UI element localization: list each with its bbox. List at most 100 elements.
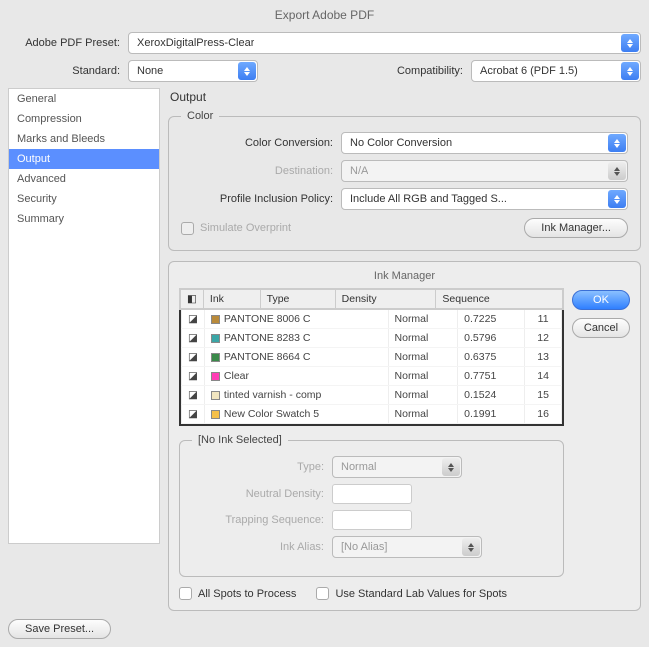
- category-sidebar: GeneralCompressionMarks and BleedsOutput…: [8, 88, 160, 544]
- ink-seq: 16: [525, 405, 562, 424]
- ink-type-select: Normal: [332, 456, 462, 478]
- destination-select: N/A: [341, 160, 628, 182]
- preset-value: XeroxDigitalPress-Clear: [137, 37, 254, 49]
- ink-type: Normal: [388, 310, 458, 329]
- ink-type-label: Type:: [192, 461, 332, 473]
- ink-manager-button[interactable]: Ink Manager...: [524, 218, 628, 238]
- ink-density: 0.7225: [458, 310, 525, 329]
- standard-label: Standard:: [8, 65, 128, 77]
- ink-name: Clear: [204, 367, 388, 386]
- ink-name: PANTONE 8664 C: [204, 348, 388, 367]
- trapping-seq-input: [332, 510, 412, 530]
- col-ink[interactable]: Ink: [203, 290, 260, 309]
- ok-button[interactable]: OK: [572, 290, 630, 310]
- ink-spot-icon: ◪: [182, 348, 205, 367]
- ink-type: Normal: [388, 348, 458, 367]
- trapping-seq-label: Trapping Sequence:: [192, 514, 332, 526]
- ink-detail-group: [No Ink Selected] Type: Normal Neutral D…: [179, 434, 564, 577]
- ink-row[interactable]: ◪tinted varnish - compNormal0.152415: [182, 386, 562, 405]
- compat-label: Compatibility:: [361, 65, 471, 77]
- ink-spot-icon: ◪: [182, 367, 205, 386]
- ink-type: Normal: [388, 367, 458, 386]
- ink-name: New Color Swatch 5: [204, 405, 388, 424]
- ink-seq: 11: [525, 310, 562, 329]
- ink-seq: 14: [525, 367, 562, 386]
- dropdown-icon: [621, 34, 639, 52]
- conversion-label: Color Conversion:: [181, 137, 341, 149]
- neutral-density-input: [332, 484, 412, 504]
- ink-alias-select: [No Alias]: [332, 536, 482, 558]
- dropdown-icon: [608, 190, 626, 208]
- ink-spot-icon: ◪: [182, 386, 205, 405]
- sidebar-item-output[interactable]: Output: [9, 149, 159, 169]
- ink-row[interactable]: ◪PANTONE 8006 CNormal0.722511: [182, 310, 562, 329]
- sidebar-item-general[interactable]: General: [9, 89, 159, 109]
- col-type[interactable]: Type: [260, 290, 335, 309]
- all-spots-label: All Spots to Process: [198, 588, 296, 600]
- dropdown-icon: [608, 134, 626, 152]
- cancel-button[interactable]: Cancel: [572, 318, 630, 338]
- sidebar-item-advanced[interactable]: Advanced: [9, 169, 159, 189]
- ink-seq: 12: [525, 329, 562, 348]
- standard-select[interactable]: None: [128, 60, 258, 82]
- all-spots-checkbox[interactable]: [179, 587, 192, 600]
- std-lab-label: Use Standard Lab Values for Spots: [335, 588, 507, 600]
- ink-seq: 13: [525, 348, 562, 367]
- ink-type: Normal: [388, 386, 458, 405]
- ink-spot-icon: ◪: [182, 329, 205, 348]
- dropdown-icon: [608, 162, 626, 180]
- compat-select[interactable]: Acrobat 6 (PDF 1.5): [471, 60, 641, 82]
- ink-type: Normal: [388, 329, 458, 348]
- simulate-overprint-label: Simulate Overprint: [200, 222, 291, 234]
- preset-label: Adobe PDF Preset:: [8, 37, 128, 49]
- sidebar-item-summary[interactable]: Summary: [9, 209, 159, 229]
- ink-row[interactable]: ◪PANTONE 8664 CNormal0.637513: [182, 348, 562, 367]
- col-seq[interactable]: Sequence: [436, 290, 563, 309]
- sidebar-item-compression[interactable]: Compression: [9, 109, 159, 129]
- ink-type-value: Normal: [341, 461, 376, 473]
- ink-name: PANTONE 8006 C: [204, 310, 388, 329]
- sidebar-item-marks-and-bleeds[interactable]: Marks and Bleeds: [9, 129, 159, 149]
- panel-title: Output: [170, 90, 641, 104]
- conversion-value: No Color Conversion: [350, 137, 452, 149]
- dropdown-icon: [621, 62, 639, 80]
- ink-type: Normal: [388, 405, 458, 424]
- std-lab-checkbox[interactable]: [316, 587, 329, 600]
- ink-density: 0.6375: [458, 348, 525, 367]
- dropdown-icon: [462, 538, 480, 556]
- no-ink-legend: [No Ink Selected]: [192, 434, 288, 446]
- save-preset-button[interactable]: Save Preset...: [8, 619, 111, 639]
- ink-name: tinted varnish - comp: [204, 386, 388, 405]
- color-group: Color Color Conversion: No Color Convers…: [168, 110, 641, 251]
- destination-label: Destination:: [181, 165, 341, 177]
- ink-alias-value: [No Alias]: [341, 541, 387, 553]
- ink-row[interactable]: ◪ClearNormal0.775114: [182, 367, 562, 386]
- col-icon[interactable]: ◧: [181, 290, 204, 309]
- ink-density: 0.1991: [458, 405, 525, 424]
- ink-density: 0.5796: [458, 329, 525, 348]
- window-title: Export Adobe PDF: [8, 4, 641, 32]
- ink-table[interactable]: ◧ Ink Type Density Sequence: [180, 289, 563, 309]
- neutral-density-label: Neutral Density:: [192, 488, 332, 500]
- dropdown-icon: [238, 62, 256, 80]
- policy-value: Include All RGB and Tagged S...: [350, 193, 507, 205]
- ink-name: PANTONE 8283 C: [204, 329, 388, 348]
- ink-density: 0.7751: [458, 367, 525, 386]
- color-legend: Color: [181, 110, 219, 122]
- ink-row[interactable]: ◪New Color Swatch 5Normal0.199116: [182, 405, 562, 424]
- policy-select[interactable]: Include All RGB and Tagged S...: [341, 188, 628, 210]
- dropdown-icon: [442, 458, 460, 476]
- sidebar-item-security[interactable]: Security: [9, 189, 159, 209]
- ink-dialog-title: Ink Manager: [179, 270, 630, 282]
- simulate-overprint-checkbox: [181, 222, 194, 235]
- standard-value: None: [137, 65, 163, 77]
- ink-spot-icon: ◪: [182, 405, 205, 424]
- destination-value: N/A: [350, 165, 368, 177]
- col-density[interactable]: Density: [335, 290, 436, 309]
- preset-select[interactable]: XeroxDigitalPress-Clear: [128, 32, 641, 54]
- conversion-select[interactable]: No Color Conversion: [341, 132, 628, 154]
- compat-value: Acrobat 6 (PDF 1.5): [480, 65, 578, 77]
- ink-manager-dialog: Ink Manager ◧ Ink Type Density: [168, 261, 641, 611]
- ink-row[interactable]: ◪PANTONE 8283 CNormal0.579612: [182, 329, 562, 348]
- ink-alias-label: Ink Alias:: [192, 541, 332, 553]
